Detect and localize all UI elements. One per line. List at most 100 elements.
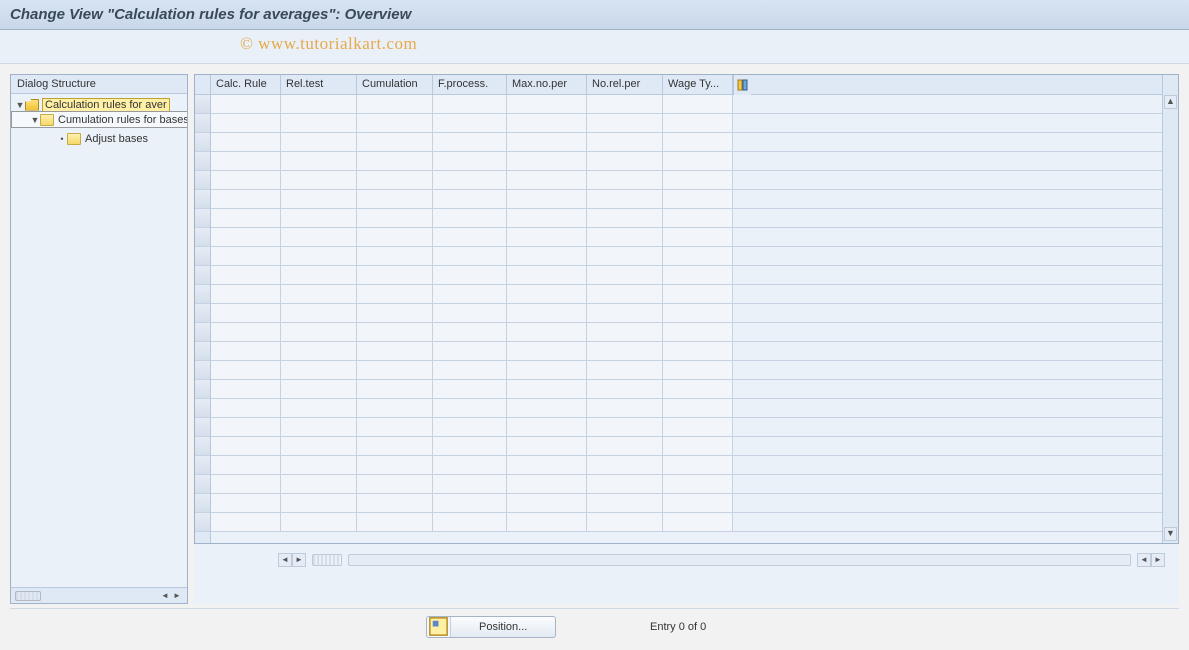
column-header[interactable]: Calc. Rule <box>211 75 281 94</box>
table-row[interactable] <box>211 209 1162 228</box>
row-selector[interactable] <box>195 209 210 228</box>
table-row[interactable] <box>211 418 1162 437</box>
table-cell[interactable] <box>357 456 433 474</box>
table-cell[interactable] <box>211 266 281 284</box>
table-row[interactable] <box>211 323 1162 342</box>
row-selector[interactable] <box>195 475 210 494</box>
table-cell[interactable] <box>433 399 507 417</box>
table-cell[interactable] <box>433 95 507 113</box>
scroll-down-icon[interactable]: ▼ <box>1164 527 1177 541</box>
table-cell[interactable] <box>357 285 433 303</box>
table-cell[interactable] <box>507 171 587 189</box>
table-cell[interactable] <box>357 209 433 227</box>
table-cell[interactable] <box>357 418 433 436</box>
table-cell[interactable] <box>357 171 433 189</box>
table-cell[interactable] <box>587 323 663 341</box>
table-row[interactable] <box>211 437 1162 456</box>
table-cell[interactable] <box>507 133 587 151</box>
table-row[interactable] <box>211 285 1162 304</box>
table-cell[interactable] <box>507 114 587 132</box>
table-cell[interactable] <box>663 342 733 360</box>
table-cell[interactable] <box>663 323 733 341</box>
table-cell[interactable] <box>433 361 507 379</box>
table-cell[interactable] <box>281 456 357 474</box>
table-cell[interactable] <box>281 209 357 227</box>
row-selector[interactable] <box>195 304 210 323</box>
table-cell[interactable] <box>211 152 281 170</box>
table-cell[interactable] <box>663 266 733 284</box>
table-cell[interactable] <box>281 323 357 341</box>
row-selector[interactable] <box>195 190 210 209</box>
table-cell[interactable] <box>281 228 357 246</box>
table-cell[interactable] <box>281 361 357 379</box>
hscroll-handle-left[interactable] <box>312 554 342 566</box>
table-cell[interactable] <box>507 266 587 284</box>
table-cell[interactable] <box>663 304 733 322</box>
table-cell[interactable] <box>357 361 433 379</box>
table-cell[interactable] <box>587 247 663 265</box>
row-selector[interactable] <box>195 114 210 133</box>
table-cell[interactable] <box>507 361 587 379</box>
table-row[interactable] <box>211 266 1162 285</box>
table-cell[interactable] <box>587 95 663 113</box>
table-cell[interactable] <box>211 133 281 151</box>
table-cell[interactable] <box>433 114 507 132</box>
table-cell[interactable] <box>281 171 357 189</box>
table-cell[interactable] <box>663 228 733 246</box>
table-row[interactable] <box>211 342 1162 361</box>
table-cell[interactable] <box>587 285 663 303</box>
row-selector[interactable] <box>195 437 210 456</box>
table-cell[interactable] <box>507 380 587 398</box>
table-cell[interactable] <box>587 152 663 170</box>
table-cell[interactable] <box>281 114 357 132</box>
table-cell[interactable] <box>587 133 663 151</box>
table-cell[interactable] <box>507 342 587 360</box>
table-cell[interactable] <box>663 418 733 436</box>
table-cell[interactable] <box>357 475 433 493</box>
table-row[interactable] <box>211 114 1162 133</box>
table-row[interactable] <box>211 304 1162 323</box>
table-cell[interactable] <box>211 171 281 189</box>
table-cell[interactable] <box>357 380 433 398</box>
table-cell[interactable] <box>587 418 663 436</box>
table-row[interactable] <box>211 399 1162 418</box>
table-cell[interactable] <box>433 380 507 398</box>
table-cell[interactable] <box>433 456 507 474</box>
table-cell[interactable] <box>663 247 733 265</box>
table-cell[interactable] <box>211 437 281 455</box>
table-cell[interactable] <box>357 342 433 360</box>
table-vscroll[interactable]: ▲ ▼ <box>1162 75 1178 543</box>
table-cell[interactable] <box>587 361 663 379</box>
table-cell[interactable] <box>663 95 733 113</box>
row-selector[interactable] <box>195 133 210 152</box>
row-selector[interactable] <box>195 266 210 285</box>
table-cell[interactable] <box>357 190 433 208</box>
row-selector[interactable] <box>195 95 210 114</box>
table-cell[interactable] <box>507 152 587 170</box>
table-cell[interactable] <box>211 114 281 132</box>
column-header[interactable]: Max.no.per <box>507 75 587 94</box>
table-row[interactable] <box>211 361 1162 380</box>
table-cell[interactable] <box>281 494 357 512</box>
row-selector[interactable] <box>195 380 210 399</box>
table-cell[interactable] <box>357 399 433 417</box>
table-cell[interactable] <box>433 513 507 531</box>
table-cell[interactable] <box>211 95 281 113</box>
table-cell[interactable] <box>663 152 733 170</box>
table-cell[interactable] <box>211 285 281 303</box>
table-cell[interactable] <box>587 456 663 474</box>
row-selector[interactable] <box>195 152 210 171</box>
table-cell[interactable] <box>507 399 587 417</box>
tree-expander-icon[interactable]: ▼ <box>30 115 40 125</box>
table-cell[interactable] <box>663 133 733 151</box>
table-cell[interactable] <box>211 513 281 531</box>
table-row[interactable] <box>211 380 1162 399</box>
table-cell[interactable] <box>357 437 433 455</box>
table-cell[interactable] <box>663 171 733 189</box>
table-cell[interactable] <box>663 456 733 474</box>
table-cell[interactable] <box>211 475 281 493</box>
table-cell[interactable] <box>587 266 663 284</box>
table-cell[interactable] <box>587 190 663 208</box>
table-cell[interactable] <box>211 380 281 398</box>
table-cell[interactable] <box>211 323 281 341</box>
